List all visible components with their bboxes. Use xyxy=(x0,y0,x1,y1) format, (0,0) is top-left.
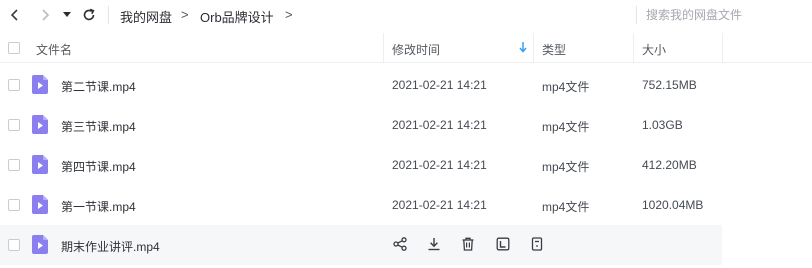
search-input[interactable] xyxy=(646,4,806,26)
row-checkbox[interactable] xyxy=(8,239,20,251)
video-file-icon xyxy=(32,235,48,254)
history-dropdown-icon[interactable] xyxy=(58,4,76,26)
row-checkbox[interactable] xyxy=(8,119,20,131)
toolbar: 我的网盘 > Orb品牌设计 > xyxy=(0,0,812,30)
table-row[interactable]: 第三节课.mp4 2021-02-21 14:21 mp4文件 1.03GB xyxy=(0,105,812,145)
forward-icon[interactable] xyxy=(34,4,56,26)
file-size: 1.03GB xyxy=(642,118,683,132)
file-type: mp4文件 xyxy=(542,160,590,174)
file-type: mp4文件 xyxy=(542,80,590,94)
file-type: mp4文件 xyxy=(542,200,590,214)
video-file-icon xyxy=(32,115,48,134)
share-icon[interactable] xyxy=(392,236,408,252)
breadcrumb-separator: > xyxy=(285,7,293,22)
delete-icon[interactable] xyxy=(460,236,476,252)
table-row-hovered[interactable]: 期末作业讲评.mp4 xyxy=(0,225,812,265)
file-size: 1020.04MB xyxy=(642,198,704,212)
breadcrumb-separator: > xyxy=(181,7,189,22)
file-type: mp4文件 xyxy=(542,120,590,134)
table-row[interactable]: 第四节课.mp4 2021-02-21 14:21 mp4文件 412.20MB xyxy=(0,145,812,185)
column-header-type[interactable]: 类型 xyxy=(542,41,566,58)
file-name[interactable]: 期末作业讲评.mp4 xyxy=(61,238,160,255)
row-checkbox[interactable] xyxy=(8,199,20,211)
sort-descending-icon[interactable] xyxy=(519,41,527,53)
video-file-icon xyxy=(32,75,48,94)
download-icon[interactable] xyxy=(426,236,442,252)
file-size: 752.15MB xyxy=(642,78,697,92)
refresh-icon[interactable] xyxy=(78,4,100,26)
video-file-icon xyxy=(32,195,48,214)
column-divider[interactable] xyxy=(383,33,384,63)
breadcrumb-item[interactable]: 我的网盘 xyxy=(120,7,172,26)
column-divider[interactable] xyxy=(533,33,534,63)
file-size: 412.20MB xyxy=(642,158,697,172)
modified-time: 2021-02-21 14:21 xyxy=(392,78,487,92)
text-icon[interactable] xyxy=(495,236,511,252)
select-all-checkbox[interactable] xyxy=(8,42,20,54)
back-icon[interactable] xyxy=(4,4,26,26)
column-header-name[interactable]: 文件名 xyxy=(36,41,72,58)
modified-time: 2021-02-21 14:21 xyxy=(392,158,487,172)
video-file-icon xyxy=(32,155,48,174)
search-divider xyxy=(636,6,637,24)
column-divider[interactable] xyxy=(722,33,723,63)
toolbar-divider xyxy=(108,6,109,24)
column-divider[interactable] xyxy=(633,33,634,63)
column-header-size[interactable]: 大小 xyxy=(642,41,666,58)
file-name[interactable]: 第二节课.mp4 xyxy=(61,78,136,95)
file-name[interactable]: 第四节课.mp4 xyxy=(61,158,136,175)
row-checkbox[interactable] xyxy=(8,79,20,91)
modified-time: 2021-02-21 14:21 xyxy=(392,198,487,212)
table-row[interactable]: 第一节课.mp4 2021-02-21 14:21 mp4文件 1020.04M… xyxy=(0,185,812,225)
column-header-modified[interactable]: 修改时间 xyxy=(392,41,440,58)
breadcrumb-item[interactable]: Orb品牌设计 xyxy=(200,7,274,26)
file-name[interactable]: 第一节课.mp4 xyxy=(61,198,136,215)
table-row[interactable]: 第二节课.mp4 2021-02-21 14:21 mp4文件 752.15MB xyxy=(0,65,812,105)
file-name[interactable]: 第三节课.mp4 xyxy=(61,118,136,135)
table-header: 文件名 修改时间 类型 大小 xyxy=(0,33,812,63)
row-checkbox[interactable] xyxy=(8,159,20,171)
modified-time: 2021-02-21 14:21 xyxy=(392,118,487,132)
more-icon[interactable] xyxy=(529,236,545,252)
